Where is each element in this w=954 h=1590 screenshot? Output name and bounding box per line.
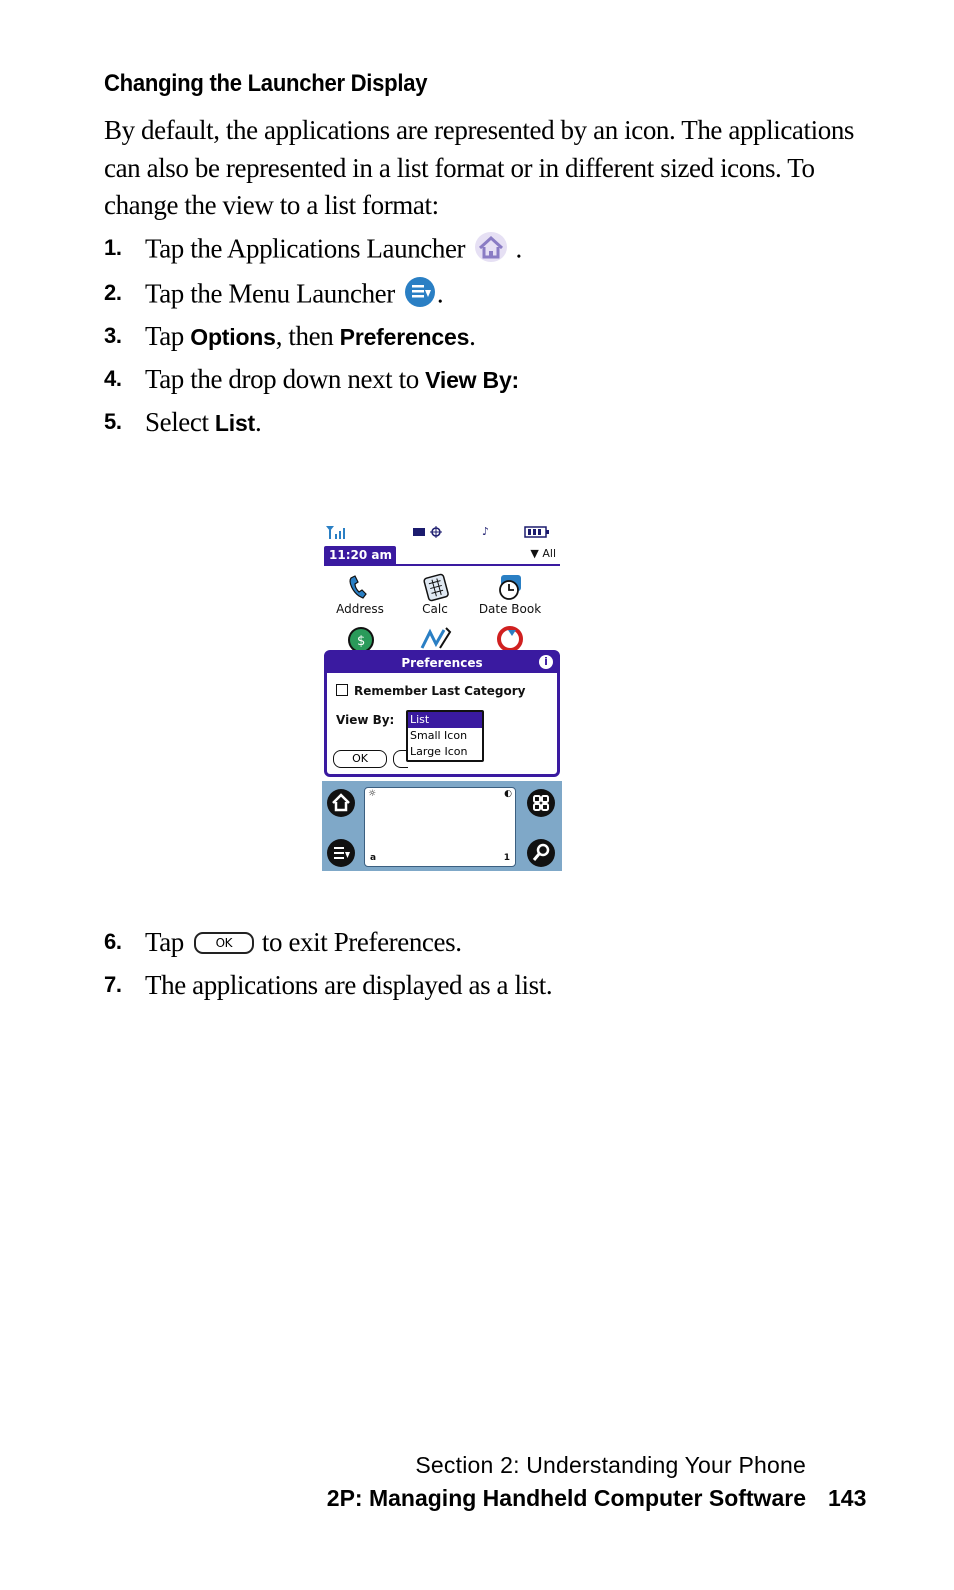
brightness-icon: ☼: [368, 789, 377, 799]
note-icon: ♪: [482, 525, 490, 538]
app-address[interactable]: Address: [325, 572, 395, 616]
favorites-icon[interactable]: [527, 789, 555, 817]
menu-icon[interactable]: [327, 839, 355, 867]
step-number: 1.: [104, 235, 122, 260]
numeric-mode-label: 1: [503, 853, 510, 863]
svg-text:$: $: [357, 634, 365, 649]
view-by-label: View By:: [425, 367, 520, 393]
info-icon[interactable]: i: [539, 655, 553, 669]
remember-category-checkbox[interactable]: Remember Last Category: [336, 683, 526, 698]
step-text: Tap the Applications Launcher: [145, 233, 466, 264]
step-number: 7.: [104, 972, 122, 997]
status-bar: ♪: [322, 522, 562, 544]
app-date-book[interactable]: Date Book: [475, 572, 545, 616]
clock-icon: [495, 572, 525, 602]
network-icon: [412, 525, 446, 542]
page-number: 143: [828, 1485, 867, 1511]
viewby-dropdown-list[interactable]: List Small Icon Large Icon: [406, 710, 484, 762]
step-number: 5.: [104, 409, 122, 434]
list-option-label: List: [214, 410, 256, 436]
option-large-icon[interactable]: Large Icon: [408, 744, 482, 760]
cancel-button[interactable]: [393, 750, 408, 768]
app-calc[interactable]: Calc: [400, 572, 470, 616]
step-number: 2.: [104, 280, 122, 305]
step-text: Tap the Menu Launcher: [145, 278, 395, 309]
checkbox-icon: [336, 684, 348, 696]
dialog-title: Preferences: [327, 653, 557, 673]
step-number: 3.: [104, 323, 122, 348]
ok-button-image: OK: [193, 931, 254, 954]
intro-paragraph: By default, the applications are represe…: [104, 115, 855, 220]
option-list[interactable]: List: [408, 712, 482, 728]
preferences-dialog: Preferences i Remember Last Category Vie…: [324, 650, 560, 777]
palm-launcher-screenshot: ♪ 11:20 am ▼ All Address Calc Date Book …: [322, 522, 562, 871]
viewby-label: View By:: [336, 713, 395, 727]
signal-icon: [325, 525, 353, 542]
calculator-icon: [420, 572, 450, 602]
battery-icon: [524, 525, 550, 542]
home-icon[interactable]: [327, 789, 355, 817]
step-text: The applications are displayed as a list…: [145, 970, 553, 1000]
footer-chapter: 2P: Managing Handheld Computer Software: [326, 1485, 806, 1511]
preferences-menu-label: Preferences: [339, 324, 470, 350]
find-icon[interactable]: [527, 839, 555, 867]
category-dropdown[interactable]: ▼ All: [530, 547, 556, 560]
menu-launcher-icon: [403, 275, 437, 318]
step-number: 6.: [104, 929, 122, 954]
applications-launcher-icon: [473, 230, 509, 273]
time-display: 11:20 am: [324, 546, 396, 564]
footer-section: Section 2: Understanding Your Phone: [415, 1452, 806, 1478]
graffiti-writing-area[interactable]: ☼ ◐ a 1: [364, 787, 516, 867]
options-menu-label: Options: [190, 324, 276, 350]
option-small-icon[interactable]: Small Icon: [408, 728, 482, 744]
step-number: 4.: [104, 366, 122, 391]
ok-button[interactable]: OK: [333, 750, 387, 768]
alpha-mode-label: a: [370, 853, 377, 863]
section-heading: Changing the Launcher Display: [104, 70, 428, 97]
contrast-icon: ◐: [504, 789, 512, 799]
graffiti-area: ☼ ◐ a 1: [322, 781, 562, 871]
phone-icon: [345, 572, 375, 602]
